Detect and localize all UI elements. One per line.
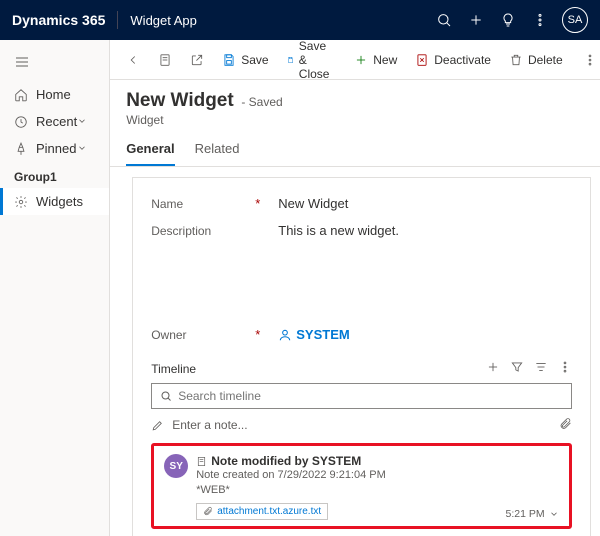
hamburger-icon[interactable] xyxy=(0,46,109,81)
note-title-text: Note modified by SYSTEM xyxy=(211,454,361,468)
tab-general[interactable]: General xyxy=(126,141,174,166)
save-button[interactable]: Save xyxy=(214,49,276,71)
form-body: Name * New Widget Description * This is … xyxy=(110,167,600,536)
timeline-header: Timeline xyxy=(151,360,571,377)
nav-pinned-label: Pinned xyxy=(36,141,76,156)
attach-icon[interactable] xyxy=(559,417,572,433)
field-desc-value[interactable]: This is a new widget. xyxy=(278,223,399,238)
lightbulb-icon[interactable] xyxy=(492,4,524,36)
nav-recent[interactable]: Recent xyxy=(0,108,109,135)
user-avatar[interactable]: SA xyxy=(562,7,588,33)
note-placeholder: Enter a note... xyxy=(172,418,247,432)
nav-home-label: Home xyxy=(36,87,71,102)
field-name-value[interactable]: New Widget xyxy=(278,196,348,211)
timeline-label: Timeline xyxy=(151,362,196,376)
note-avatar: SY xyxy=(164,454,188,478)
required-indicator: * xyxy=(255,196,260,211)
add-icon[interactable] xyxy=(460,4,492,36)
chevron-down-icon[interactable] xyxy=(549,509,559,519)
nav-recent-label: Recent xyxy=(36,114,77,129)
form-panel: Name * New Widget Description * This is … xyxy=(132,177,590,536)
form-tabs: General Related xyxy=(110,127,600,167)
nav-widgets[interactable]: Widgets xyxy=(0,188,109,215)
chevron-down-icon xyxy=(77,114,95,129)
tab-related[interactable]: Related xyxy=(195,141,240,166)
save-close-button[interactable]: Save & Close xyxy=(279,35,345,85)
field-owner-label: Owner xyxy=(151,327,251,342)
timeline-sort-icon[interactable] xyxy=(534,360,548,377)
record-header: New Widget - Saved Widget xyxy=(110,80,600,127)
more-vertical-icon[interactable] xyxy=(524,4,556,36)
nav-pinned[interactable]: Pinned xyxy=(0,135,109,162)
nav-widgets-label: Widgets xyxy=(36,194,83,209)
command-bar: Save Save & Close New Deactivate Delete xyxy=(110,40,600,80)
entity-label: Widget xyxy=(126,113,596,127)
owner-text: SYSTEM xyxy=(296,327,349,342)
form-icon[interactable] xyxy=(150,49,180,71)
brand-divider xyxy=(117,11,118,29)
timeline-note-card[interactable]: SY Note modified by SYSTEM Note created … xyxy=(151,443,571,529)
timeline-more-icon[interactable] xyxy=(558,360,572,377)
deactivate-button[interactable]: Deactivate xyxy=(407,49,499,71)
required-indicator: * xyxy=(255,327,260,342)
page-title: New Widget xyxy=(126,90,234,111)
nav-home[interactable]: Home xyxy=(0,81,109,108)
note-entry-row[interactable]: Enter a note... xyxy=(151,409,571,443)
save-label: Save xyxy=(241,53,268,67)
note-title: Note modified by SYSTEM xyxy=(196,454,558,468)
search-icon[interactable] xyxy=(428,4,460,36)
deactivate-label: Deactivate xyxy=(434,53,491,67)
saved-indicator: - Saved xyxy=(241,95,282,109)
timeline-search-input[interactable] xyxy=(178,389,562,403)
new-button[interactable]: New xyxy=(346,49,405,71)
note-tag: *WEB* xyxy=(196,483,558,498)
sidebar: Home Recent Pinned Group1 Widgets xyxy=(0,40,110,536)
attachment-name: attachment.txt.azure.txt xyxy=(217,506,321,517)
overflow-icon[interactable] xyxy=(575,49,600,71)
save-close-label: Save & Close xyxy=(299,39,336,81)
timeline-add-icon[interactable] xyxy=(486,360,500,377)
back-button[interactable] xyxy=(118,49,148,71)
pencil-icon xyxy=(151,419,164,432)
main-area: Save Save & Close New Deactivate Delete … xyxy=(110,40,600,536)
open-new-icon[interactable] xyxy=(182,49,212,71)
app-name: Widget App xyxy=(130,13,197,28)
timeline-search[interactable] xyxy=(151,383,571,409)
field-name-label: Name xyxy=(151,196,251,211)
note-attachment[interactable]: attachment.txt.azure.txt xyxy=(196,503,328,520)
note-time: 5:21 PM xyxy=(506,508,559,520)
delete-button[interactable]: Delete xyxy=(501,49,571,71)
search-icon xyxy=(160,390,172,402)
note-icon xyxy=(196,456,207,467)
field-desc-label: Description xyxy=(151,223,251,238)
field-owner-value[interactable]: SYSTEM xyxy=(278,327,349,342)
timeline-filter-icon[interactable] xyxy=(510,360,524,377)
delete-label: Delete xyxy=(528,53,563,67)
new-label: New xyxy=(373,53,397,67)
note-time-text: 5:21 PM xyxy=(506,508,545,520)
paperclip-icon xyxy=(203,506,213,516)
note-created: Note created on 7/29/2022 9:21:04 PM xyxy=(196,468,558,483)
nav-group-label: Group1 xyxy=(0,162,109,188)
chevron-down-icon xyxy=(77,141,95,156)
brand-label: Dynamics 365 xyxy=(12,12,105,28)
